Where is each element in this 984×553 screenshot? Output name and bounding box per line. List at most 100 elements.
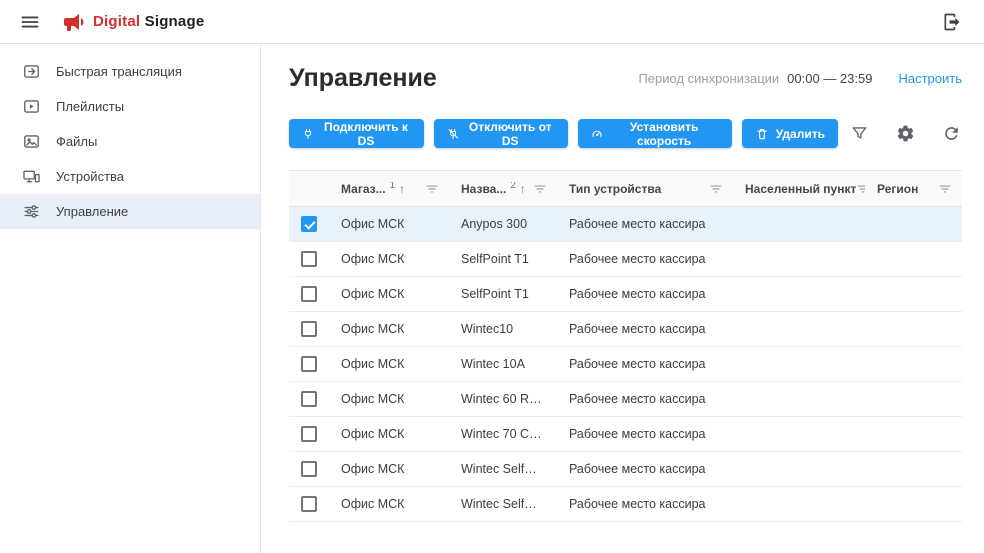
connect-to-ds-button[interactable]: Подключить к DS xyxy=(289,119,424,148)
playlists-icon xyxy=(21,97,41,117)
sidebar-item-files[interactable]: Файлы xyxy=(0,124,260,159)
table-row[interactable]: Офис МСК Wintec10 Рабочее место кассира xyxy=(289,312,962,347)
row-checkbox[interactable] xyxy=(301,286,317,302)
cell-type: Рабочее место кассира xyxy=(557,392,733,406)
delete-button[interactable]: Удалить xyxy=(742,119,838,148)
speed-gauge-icon xyxy=(591,127,603,141)
sort-control-store[interactable]: Магаз... 1 ↑ xyxy=(341,182,405,196)
cell-store: Офис МСК xyxy=(329,322,449,336)
gear-icon xyxy=(896,124,915,143)
table-row[interactable]: Офис МСК Wintec SelfPos … Рабочее место … xyxy=(289,487,962,522)
set-speed-button[interactable]: Установить скорость xyxy=(578,119,732,148)
sort-control-type[interactable]: Тип устройства xyxy=(569,182,661,196)
main-content: Управление Период синхронизации 00:00 — … xyxy=(261,44,984,553)
files-icon xyxy=(21,132,41,152)
cell-store: Офис МСК xyxy=(329,392,449,406)
table-row[interactable]: Офис МСК Wintec SelfPos … Рабочее место … xyxy=(289,452,962,487)
toolbar: Подключить к DS Отключить от DS Установи… xyxy=(289,119,962,148)
row-checkbox[interactable] xyxy=(301,321,317,337)
column-filter-icon[interactable] xyxy=(425,182,439,196)
sort-control-city[interactable]: Населенный пункт xyxy=(745,182,856,196)
sync-period: Период синхронизации 00:00 — 23:59 Настр… xyxy=(638,71,962,86)
cell-name: Wintec 60 RFID xyxy=(449,392,557,406)
cell-name: SelfPoint T1 xyxy=(449,252,557,266)
row-checkbox[interactable] xyxy=(301,496,317,512)
topbar: Digital Signage xyxy=(0,0,984,44)
devices-table: Магаз... 1 ↑ Назва... 2 ↑ xyxy=(289,170,962,522)
plug-icon xyxy=(302,127,314,141)
sidebar-item-label: Быстрая трансляция xyxy=(56,64,182,79)
cell-store: Офис МСК xyxy=(329,462,449,476)
cell-store: Офис МСК xyxy=(329,357,449,371)
sort-control-name[interactable]: Назва... 2 ↑ xyxy=(461,182,526,196)
cell-store: Офис МСК xyxy=(329,497,449,511)
sidebar-item-quick-broadcast[interactable]: Быстрая трансляция xyxy=(0,54,260,89)
disconnect-from-ds-button[interactable]: Отключить от DS xyxy=(434,119,568,148)
hamburger-menu-button[interactable] xyxy=(16,8,44,36)
logout-icon xyxy=(942,12,962,32)
sidebar-item-label: Управление xyxy=(56,204,128,219)
row-checkbox[interactable] xyxy=(301,216,317,232)
cell-name: Wintec SelfPos … xyxy=(449,462,557,476)
refresh-icon xyxy=(942,124,961,143)
sync-period-label: Период синхронизации xyxy=(638,71,779,86)
sidebar: Быстрая трансляция Плейлисты Файлы Устро… xyxy=(0,44,261,553)
row-checkbox[interactable] xyxy=(301,391,317,407)
management-icon xyxy=(21,202,41,222)
cell-type: Рабочее место кассира xyxy=(557,287,733,301)
refresh-button[interactable] xyxy=(940,123,962,145)
table-row[interactable]: Офис МСК SelfPoint T1 Рабочее место касс… xyxy=(289,242,962,277)
cell-type: Рабочее место кассира xyxy=(557,322,733,336)
row-checkbox[interactable] xyxy=(301,426,317,442)
devices-icon xyxy=(21,167,41,187)
column-header-city: Населенный пункт xyxy=(733,182,865,196)
cell-type: Рабочее место кассира xyxy=(557,427,733,441)
filter-button[interactable] xyxy=(848,123,870,145)
column-filter-icon[interactable] xyxy=(533,182,547,196)
sort-control-region[interactable]: Регион xyxy=(877,182,918,196)
cell-store: Офис МСК xyxy=(329,252,449,266)
table-row[interactable]: Офис МСК Wintec 70 CAFE Рабочее место ка… xyxy=(289,417,962,452)
cell-name: Wintec SelfPos … xyxy=(449,497,557,511)
column-header-store: Магаз... 1 ↑ xyxy=(329,182,449,196)
column-filter-icon[interactable] xyxy=(709,182,723,196)
sidebar-item-label: Плейлисты xyxy=(56,99,124,114)
page-title: Управление xyxy=(289,64,437,93)
sidebar-item-label: Файлы xyxy=(56,134,97,149)
sidebar-item-label: Устройства xyxy=(56,169,124,184)
cell-name: SelfPoint T1 xyxy=(449,287,557,301)
hamburger-icon xyxy=(19,11,41,33)
cell-store: Офис МСК xyxy=(329,217,449,231)
sidebar-item-playlists[interactable]: Плейлисты xyxy=(0,89,260,124)
brand: Digital Signage xyxy=(62,10,204,34)
column-filter-icon[interactable] xyxy=(856,182,865,196)
settings-button[interactable] xyxy=(894,123,916,145)
row-checkbox[interactable] xyxy=(301,356,317,372)
sort-arrow-icon: ↑ xyxy=(520,182,526,196)
brand-logo-icon xyxy=(62,10,86,34)
logout-button[interactable] xyxy=(938,8,966,36)
column-filter-icon[interactable] xyxy=(938,182,952,196)
sort-arrow-icon: ↑ xyxy=(399,182,405,196)
cell-type: Рабочее место кассира xyxy=(557,357,733,371)
cell-name: Wintec 70 CAFE xyxy=(449,427,557,441)
sidebar-item-devices[interactable]: Устройства xyxy=(0,159,260,194)
cell-name: Wintec 10A xyxy=(449,357,557,371)
table-row[interactable]: Офис МСК Anypos 300 Рабочее место кассир… xyxy=(289,207,962,242)
sync-period-value: 00:00 — 23:59 xyxy=(787,71,872,86)
cell-name: Anypos 300 xyxy=(449,217,557,231)
sidebar-item-management[interactable]: Управление xyxy=(0,194,260,229)
table-row[interactable]: Офис МСК Wintec 10A Рабочее место кассир… xyxy=(289,347,962,382)
table-row[interactable]: Офис МСК Wintec 60 RFID Рабочее место ка… xyxy=(289,382,962,417)
row-checkbox[interactable] xyxy=(301,461,317,477)
column-header-region: Регион xyxy=(865,182,962,196)
cell-type: Рабочее место кассира xyxy=(557,462,733,476)
row-checkbox[interactable] xyxy=(301,251,317,267)
column-header-name: Назва... 2 ↑ xyxy=(449,182,557,196)
plug-off-icon xyxy=(447,127,459,141)
configure-sync-link[interactable]: Настроить xyxy=(898,71,962,86)
table-row[interactable]: Офис МСК SelfPoint T1 Рабочее место касс… xyxy=(289,277,962,312)
cell-type: Рабочее место кассира xyxy=(557,252,733,266)
table-header-row: Магаз... 1 ↑ Назва... 2 ↑ xyxy=(289,170,962,207)
funnel-icon xyxy=(850,124,869,143)
